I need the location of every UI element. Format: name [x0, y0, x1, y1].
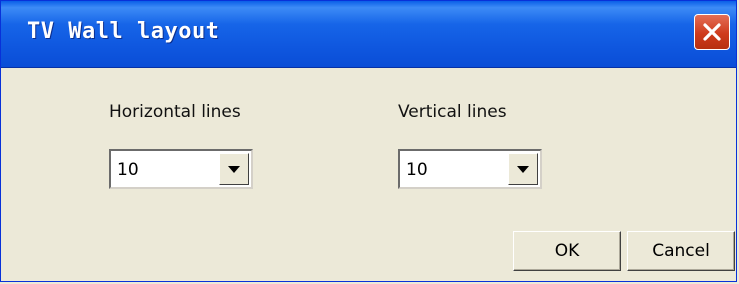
- vertical-lines-label: Vertical lines: [398, 102, 507, 122]
- ok-button[interactable]: OK: [513, 231, 621, 271]
- vertical-lines-value: 10: [406, 160, 428, 180]
- horizontal-lines-value: 10: [117, 160, 139, 180]
- horizontal-lines-dropdown-button[interactable]: [219, 153, 249, 185]
- dialog-title: TV Wall layout: [27, 19, 220, 44]
- horizontal-lines-label: Horizontal lines: [109, 102, 241, 122]
- dialog-body: Horizontal lines 10 Vertical lines 10 OK…: [1, 67, 736, 281]
- chevron-down-icon: [228, 166, 240, 173]
- tv-wall-layout-dialog: TV Wall layout Horizontal lines 10 Verti…: [0, 0, 737, 282]
- title-bar[interactable]: TV Wall layout: [1, 1, 736, 68]
- close-button[interactable]: [694, 14, 730, 50]
- vertical-lines-select[interactable]: 10: [398, 149, 542, 189]
- chevron-down-icon: [517, 166, 529, 173]
- vertical-lines-dropdown-button[interactable]: [508, 153, 538, 185]
- cancel-button[interactable]: Cancel: [627, 231, 735, 271]
- horizontal-lines-select[interactable]: 10: [109, 149, 253, 189]
- close-icon: [703, 23, 721, 41]
